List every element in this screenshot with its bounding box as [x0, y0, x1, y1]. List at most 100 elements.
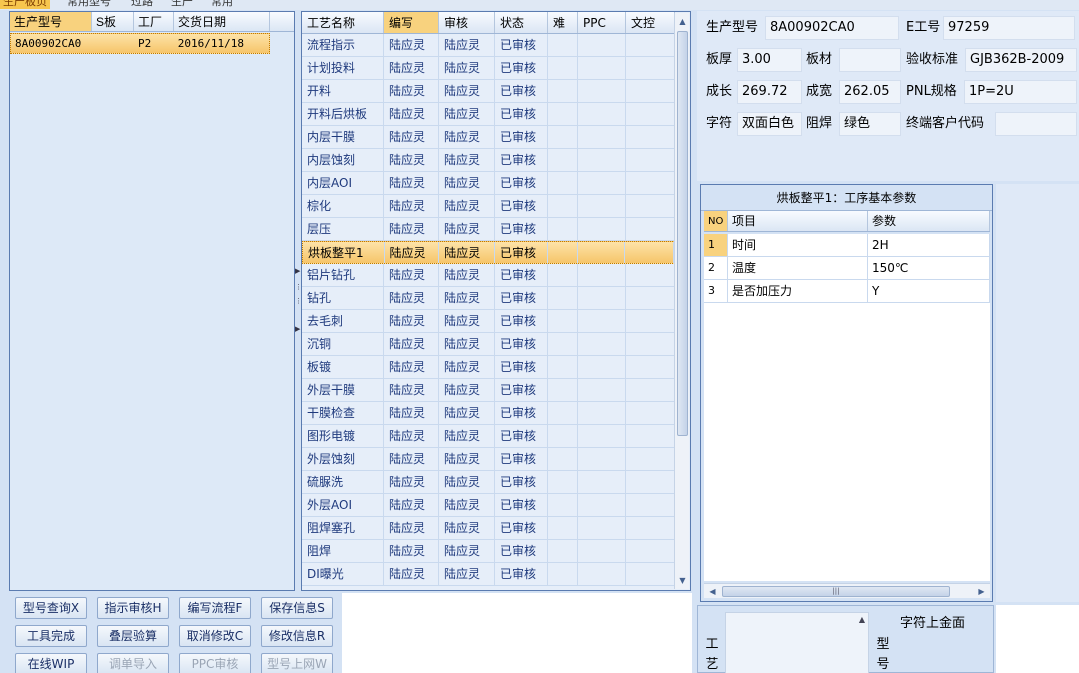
col-process-name[interactable]: 工艺名称: [302, 12, 384, 33]
mask-field[interactable]: 绿色: [839, 112, 901, 136]
writer-cell: 陆应灵: [384, 402, 439, 424]
difficulty-cell: [548, 333, 578, 355]
col-status[interactable]: 状态: [495, 12, 548, 33]
status-cell: 已审核: [495, 379, 548, 401]
length-field[interactable]: 269.72: [737, 80, 802, 104]
col-reviewer[interactable]: 审核: [439, 12, 495, 33]
e-number-label: E工号: [906, 20, 941, 35]
tab-0[interactable]: 生产板页: [0, 0, 50, 9]
memo-scroll-up-icon[interactable]: ▲: [859, 615, 865, 624]
doc-control-cell: [626, 402, 675, 424]
param-row[interactable]: 3 是否加压力 Y: [704, 280, 990, 303]
process-row[interactable]: 烘板整平1 陆应灵 陆应灵 已审核: [302, 241, 675, 264]
process-row[interactable]: 阻焊 陆应灵 陆应灵 已审核: [302, 540, 675, 563]
model-field[interactable]: 8A00902CA0: [765, 16, 899, 40]
process-row[interactable]: 沉铜 陆应灵 陆应灵 已审核: [302, 333, 675, 356]
process-row[interactable]: 内层AOI 陆应灵 陆应灵 已审核: [302, 172, 675, 195]
process-row[interactable]: 图形电镀 陆应灵 陆应灵 已审核: [302, 425, 675, 448]
write-flow-button[interactable]: 编写流程F: [179, 597, 251, 619]
scroll-thumb[interactable]: [677, 31, 688, 436]
ppc-review-button[interactable]: PPC审核: [179, 653, 251, 673]
param-row[interactable]: 1 时间 2H: [704, 234, 990, 257]
process-name-cell: 铝片钻孔: [302, 264, 384, 286]
process-row[interactable]: 流程指示 陆应灵 陆应灵 已审核: [302, 34, 675, 57]
ppc-cell: [578, 310, 626, 332]
ppc-cell: [578, 540, 626, 562]
status-cell: 已审核: [495, 149, 548, 171]
indicator-review-button[interactable]: 指示审核H: [97, 597, 169, 619]
col-no[interactable]: NO: [704, 211, 728, 231]
process-row[interactable]: 钻孔 陆应灵 陆应灵 已审核: [302, 287, 675, 310]
process-row[interactable]: 硫脲洗 陆应灵 陆应灵 已审核: [302, 471, 675, 494]
material-field[interactable]: [839, 48, 901, 72]
col-model[interactable]: 生产型号: [10, 12, 92, 31]
craft-memo[interactable]: ▲: [725, 612, 869, 673]
process-name-cell: 板镀: [302, 356, 384, 378]
col-param[interactable]: 参数: [868, 211, 990, 231]
process-row[interactable]: 开料后烘板 陆应灵 陆应灵 已审核: [302, 103, 675, 126]
tab-1[interactable]: 常用型号: [64, 0, 114, 9]
process-row[interactable]: 层压 陆应灵 陆应灵 已审核: [302, 218, 675, 241]
process-row[interactable]: 开料 陆应灵 陆应灵 已审核: [302, 80, 675, 103]
doc-control-cell: [626, 264, 675, 286]
difficulty-cell: [548, 172, 578, 194]
tab-3[interactable]: 生产: [168, 0, 196, 9]
col-difficulty[interactable]: 难: [548, 12, 578, 33]
process-row[interactable]: 板镀 陆应灵 陆应灵 已审核: [302, 356, 675, 379]
col-doc-control[interactable]: 文控: [626, 12, 675, 33]
param-hscrollbar[interactable]: ◀ ||| ▶: [704, 583, 990, 598]
col-factory[interactable]: 工厂: [134, 12, 174, 31]
process-row[interactable]: 内层蚀刻 陆应灵 陆应灵 已审核: [302, 149, 675, 172]
standard-field[interactable]: GJB362B-2009: [965, 48, 1077, 72]
save-info-button[interactable]: 保存信息S: [261, 597, 333, 619]
width-field[interactable]: 262.05: [839, 80, 901, 104]
product-s: [92, 34, 134, 53]
process-row[interactable]: 阻焊塞孔 陆应灵 陆应灵 已审核: [302, 517, 675, 540]
e-number-field[interactable]: 97259: [943, 16, 1075, 40]
process-row[interactable]: 外层干膜 陆应灵 陆应灵 已审核: [302, 379, 675, 402]
status-cell: 已审核: [495, 471, 548, 493]
cancel-edit-button[interactable]: 取消修改C: [179, 625, 251, 647]
process-row[interactable]: 内层干膜 陆应灵 陆应灵 已审核: [302, 126, 675, 149]
model-query-button[interactable]: 型号查询X: [15, 597, 87, 619]
process-row[interactable]: 外层蚀刻 陆应灵 陆应灵 已审核: [302, 448, 675, 471]
scroll-down-icon[interactable]: ▼: [675, 573, 690, 588]
pnl-field[interactable]: 1P=2U: [964, 80, 1077, 104]
doc-control-cell: [626, 287, 675, 309]
status-cell: 已审核: [495, 517, 548, 539]
stackup-check-button[interactable]: 叠层验算: [97, 625, 169, 647]
hscroll-thumb[interactable]: |||: [722, 586, 950, 597]
process-row[interactable]: 铝片钻孔 陆应灵 陆应灵 已审核: [302, 264, 675, 287]
edit-info-button[interactable]: 修改信息R: [261, 625, 333, 647]
model-online-button[interactable]: 型号上网W: [261, 653, 333, 673]
product-row[interactable]: 8A00902CA0 P2 2016/11/18: [10, 33, 270, 54]
customer-field[interactable]: [995, 112, 1077, 136]
order-import-button[interactable]: 调单导入: [97, 653, 169, 673]
tab-2[interactable]: 过路: [128, 0, 156, 9]
status-cell: 已审核: [495, 356, 548, 378]
process-row[interactable]: 计划投料 陆应灵 陆应灵 已审核: [302, 57, 675, 80]
char-field[interactable]: 双面白色: [737, 112, 802, 136]
col-writer[interactable]: 编写: [384, 12, 439, 33]
tab-4[interactable]: 常用: [208, 0, 236, 9]
scroll-right-icon[interactable]: ▶: [974, 584, 989, 599]
col-item[interactable]: 项目: [728, 211, 868, 231]
col-date[interactable]: 交货日期: [174, 12, 270, 31]
col-s[interactable]: S板: [92, 12, 134, 31]
param-row[interactable]: 2 温度 150℃: [704, 257, 990, 280]
product-list-header: 生产型号 S板 工厂 交货日期: [10, 12, 294, 32]
col-ppc[interactable]: PPC: [578, 12, 626, 33]
ppc-cell: [578, 57, 626, 79]
process-grid-scrollbar[interactable]: ▲ ▼: [674, 13, 689, 589]
scroll-up-icon[interactable]: ▲: [675, 14, 690, 29]
process-row[interactable]: 干膜检查 陆应灵 陆应灵 已审核: [302, 402, 675, 425]
process-row[interactable]: DI曝光 陆应灵 陆应灵 已审核: [302, 563, 675, 586]
tool-complete-button[interactable]: 工具完成: [15, 625, 87, 647]
process-row[interactable]: 外层AOI 陆应灵 陆应灵 已审核: [302, 494, 675, 517]
ppc-cell: [578, 287, 626, 309]
thickness-field[interactable]: 3.00: [737, 48, 802, 72]
scroll-left-icon[interactable]: ◀: [705, 584, 720, 599]
process-row[interactable]: 棕化 陆应灵 陆应灵 已审核: [302, 195, 675, 218]
process-row[interactable]: 去毛刺 陆应灵 陆应灵 已审核: [302, 310, 675, 333]
online-wip-button[interactable]: 在线WIP: [15, 653, 87, 673]
